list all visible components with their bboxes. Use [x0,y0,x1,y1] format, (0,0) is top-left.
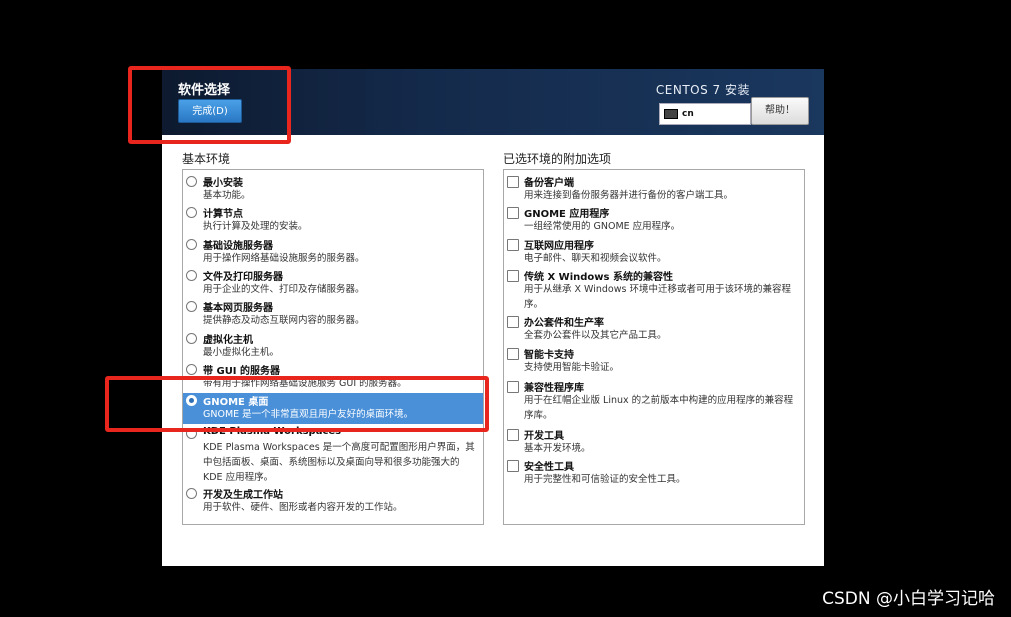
base-env-item[interactable]: KDE Plasma Workspaces KDE Plasma Workspa… [183,426,483,486]
item-desc: 最小虚拟化主机。 [203,347,280,358]
radio-button[interactable] [186,364,197,375]
addon-item[interactable]: 安全性工具 用于完整性和可信验证的安全性工具。 [504,458,804,488]
base-env-item[interactable]: 文件及打印服务器 用于企业的文件、打印及存储服务器。 [183,268,483,298]
item-name: 计算节点 [203,209,243,220]
item-name: 文件及打印服务器 [203,272,283,283]
item-desc: 用来连接到备份服务器并进行备份的客户端工具。 [524,190,734,201]
addon-item[interactable]: 备份客户端 用来连接到备份服务器并进行备份的客户端工具。 [504,174,804,204]
item-name: 基础设施服务器 [203,241,273,252]
item-name: 办公套件和生产率 [524,318,604,329]
help-button[interactable]: 帮助！ [751,97,809,125]
checkbox[interactable] [507,239,519,251]
item-desc: 全套办公套件以及其它产品工具。 [524,330,667,341]
item-desc: KDE Plasma Workspaces 是一个高度可配置图形用户界面，其中包… [203,442,475,483]
addon-item[interactable]: 智能卡支持 支持使用智能卡验证。 [504,346,804,376]
item-name: 基本网页服务器 [203,303,273,314]
item-name: 最小安装 [203,178,243,189]
item-desc: 一组经常使用的 GNOME 应用程序。 [524,221,681,232]
item-name: 开发工具 [524,431,564,442]
checkbox[interactable] [507,348,519,360]
base-environment-list: 最小安装 基本功能。 计算节点 执行计算及处理的安装。 基础设施服务器 用于操作… [182,169,484,525]
item-desc: 基本功能。 [203,190,251,201]
item-desc: 用于完整性和可信验证的安全性工具。 [524,474,686,485]
radio-button[interactable] [186,301,197,312]
checkbox[interactable] [507,429,519,441]
addon-item[interactable]: 传统 X Windows 系统的兼容性 用于从继承 X Windows 环境中迁… [504,268,804,312]
addon-item[interactable]: 开发工具 基本开发环境。 [504,427,804,457]
item-name: 虚拟化主机 [203,335,253,346]
item-name: 开发及生成工作站 [203,490,283,501]
item-name: 兼容性程序库 [524,383,584,394]
item-desc: 用于在红帽企业版 Linux 的之前版本中构建的应用程序的兼容程序库。 [524,395,794,421]
base-environment-heading: 基本环境 [182,152,231,166]
item-desc: 电子邮件、聊天和视频会议软件。 [524,253,667,264]
radio-button[interactable] [186,270,197,281]
checkbox[interactable] [507,316,519,328]
checkbox[interactable] [507,270,519,282]
addon-item[interactable]: 互联网应用程序 电子邮件、聊天和视频会议软件。 [504,237,804,267]
base-env-item[interactable]: 基本网页服务器 提供静态及动态互联网内容的服务器。 [183,299,483,329]
addon-item[interactable]: GNOME 应用程序 一组经常使用的 GNOME 应用程序。 [504,205,804,235]
item-desc: 支持使用智能卡验证。 [524,362,620,373]
radio-button[interactable] [186,488,197,499]
watermark: CSDN @小白学习记哈 [822,589,995,609]
base-env-item[interactable]: 开发及生成工作站 用于软件、硬件、图形或者内容开发的工作站。 [183,486,483,516]
keyboard-layout-indicator[interactable]: cn [659,103,751,125]
item-name: 带 GUI 的服务器 [203,366,281,377]
keyboard-icon [664,108,678,119]
item-desc: 基本开发环境。 [524,443,591,454]
checkbox[interactable] [507,381,519,393]
base-env-item[interactable]: 基础设施服务器 用于操作网络基础设施服务的服务器。 [183,237,483,267]
item-name: 安全性工具 [524,462,574,473]
item-desc: 用于软件、硬件、图形或者内容开发的工作站。 [203,502,403,513]
addon-item[interactable]: 兼容性程序库 用于在红帽企业版 Linux 的之前版本中构建的应用程序的兼容程序… [504,379,804,423]
item-name: GNOME 应用程序 [524,209,610,220]
checkbox[interactable] [507,207,519,219]
item-desc: 用于从继承 X Windows 环境中迁移或者可用于该环境的兼容程序。 [524,284,791,310]
item-name: 传统 X Windows 系统的兼容性 [524,272,673,283]
highlight-box-selection [105,376,489,432]
item-desc: 执行计算及处理的安装。 [203,221,308,232]
addons-heading: 已选环境的附加选项 [503,152,612,166]
base-env-item[interactable]: 计算节点 执行计算及处理的安装。 [183,205,483,235]
keyboard-layout-label: cn [682,109,694,119]
item-name: 互联网应用程序 [524,241,594,252]
item-name: 备份客户端 [524,178,574,189]
checkbox[interactable] [507,176,519,188]
item-name: 智能卡支持 [524,350,574,361]
radio-button[interactable] [186,333,197,344]
item-desc: 提供静态及动态互联网内容的服务器。 [203,315,365,326]
addons-list: 备份客户端 用来连接到备份服务器并进行备份的客户端工具。 GNOME 应用程序 … [503,169,805,525]
addon-item[interactable]: 办公套件和生产率 全套办公套件以及其它产品工具。 [504,314,804,344]
base-env-item[interactable]: 最小安装 基本功能。 [183,174,483,204]
base-env-item[interactable]: 虚拟化主机 最小虚拟化主机。 [183,331,483,361]
radio-button[interactable] [186,176,197,187]
item-desc: 用于企业的文件、打印及存储服务器。 [203,284,365,295]
highlight-box-header [128,66,291,144]
item-desc: 用于操作网络基础设施服务的服务器。 [203,253,365,264]
checkbox[interactable] [507,460,519,472]
radio-button[interactable] [186,207,197,218]
product-title: CENTOS 7 安装 [655,83,750,97]
radio-button[interactable] [186,239,197,250]
